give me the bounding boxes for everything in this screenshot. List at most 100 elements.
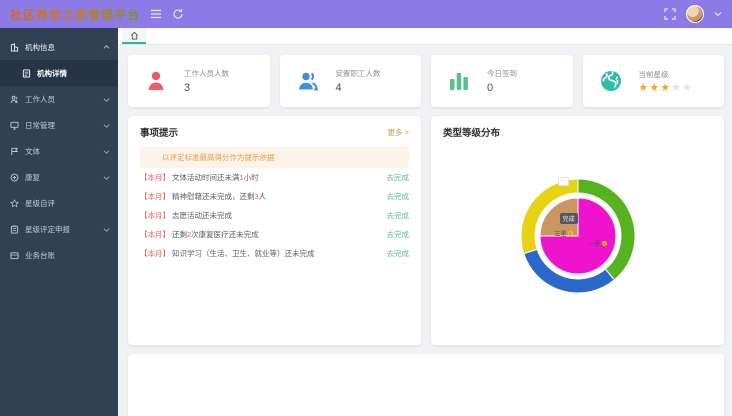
monitor-icon [10, 121, 19, 130]
document-icon [22, 69, 31, 78]
row-text: 次康复医疗还未完成 [191, 229, 259, 240]
flag-icon [10, 147, 19, 156]
reminder-row: 【本月】精神慰藉还未完成，还剩 3 人 去完成 [140, 187, 409, 206]
chart-slice-label: 一星★ [589, 239, 607, 248]
row-text: 志愿活动还未完成 [172, 210, 232, 221]
sidebar: 机构信息 机构详情 工作人员 日常管理 [0, 28, 118, 416]
health-icon [10, 173, 19, 182]
go-complete-link[interactable]: 去完成 [387, 172, 410, 183]
row-text: 文体活动时间还未满 [172, 172, 240, 183]
star-dot-icon: ★ [602, 241, 607, 246]
reminders-panel: 事项提示 更多 > 以评定标准最高得分作为提示依据 【本月】文体活动时间还未满 … [128, 116, 421, 345]
app-title: 社区养老之家管理平台 [10, 6, 140, 23]
chart-tooltip-badge: 完成 [560, 213, 578, 224]
globe-icon [599, 69, 623, 93]
avatar[interactable] [686, 5, 704, 23]
menu-fold-icon[interactable] [150, 8, 162, 20]
sidebar-item-org-detail[interactable]: 机构详情 [0, 60, 118, 86]
card-today-checkin: 今日签到 0 [431, 55, 573, 107]
row-tag: 【本月】 [140, 229, 170, 240]
go-complete-link[interactable]: 去完成 [387, 248, 410, 259]
go-complete-link[interactable]: 去完成 [387, 229, 410, 240]
card-value: 3 [184, 82, 229, 94]
chart-callout-label: -- [558, 177, 569, 186]
reminder-row: 【本月】志愿活动还未完成 去完成 [140, 206, 409, 225]
person-icon [144, 69, 168, 93]
sidebar-item-star-self-eval[interactable]: 星级自评 [0, 190, 118, 216]
card-value: 0 [487, 82, 517, 94]
sidebar-item-label: 业务台账 [25, 250, 55, 261]
row-tag: 【本月】 [140, 248, 170, 259]
sidebar-item-label: 星级评定申报 [25, 224, 70, 235]
sidebar-item-rehab[interactable]: 康复 [0, 164, 118, 190]
chevron-down-icon [103, 226, 110, 233]
stat-cards: 工作人员人数 3 安置职工人数 4 [128, 55, 724, 107]
go-complete-link[interactable]: 去完成 [387, 191, 410, 202]
stars-active: ★★★ [639, 82, 672, 94]
card-current-star-level: 当前星级 ★★★★★ [583, 55, 725, 107]
card-placed-workers: 安置职工人数 4 [280, 55, 422, 107]
chevron-up-icon [103, 44, 110, 51]
row-tag: 【本月】 [140, 172, 170, 183]
home-icon [130, 31, 139, 40]
row-text: 小时 [244, 172, 259, 183]
reminder-row: 【本月】文体活动时间还未满 1 小时 去完成 [140, 168, 409, 187]
panel-title: 事项提示 [140, 125, 178, 139]
tab-bar [118, 28, 732, 45]
chevron-down-icon [103, 148, 110, 155]
card-staff-count: 工作人员人数 3 [128, 55, 270, 107]
clipboard-icon [10, 225, 19, 234]
main-area: 工作人员人数 3 安置职工人数 4 [118, 28, 732, 416]
sidebar-item-label: 康复 [25, 172, 40, 183]
chevron-down-icon [103, 122, 110, 129]
sidebar-item-daily-mgmt[interactable]: 日常管理 [0, 112, 118, 138]
sidebar-item-label: 机构信息 [25, 42, 55, 53]
card-label: 安置职工人数 [336, 68, 381, 79]
stars-inactive: ★★ [671, 82, 693, 94]
sidebar-item-star-rating-apply[interactable]: 星级评定申报 [0, 216, 118, 242]
star-rating: ★★★★★ [639, 83, 693, 94]
row-text: 还剩 [172, 229, 187, 240]
sunburst-chart: -- 完成 三星★ 一星★ [503, 161, 653, 311]
card-label: 今日签到 [487, 68, 517, 79]
top-header: 社区养老之家管理平台 [0, 0, 732, 28]
more-link[interactable]: 更多 > [388, 127, 409, 138]
row-text: 知识学习（生活、卫生、就业等）还未完成 [172, 248, 315, 259]
row-tag: 【本月】 [140, 191, 170, 202]
sidebar-item-org-info[interactable]: 机构信息 [0, 34, 118, 60]
row-text: 精神慰藉还未完成，还剩 [172, 191, 255, 202]
fullscreen-icon[interactable] [664, 8, 676, 20]
notice-banner: 以评定标准最高得分作为提示依据 [140, 147, 409, 168]
type-level-distribution-panel: 类型等级分布 -- 完成 三星★ 一星★ [431, 116, 724, 345]
chart-slice-label: 三星★ [555, 229, 573, 238]
sidebar-item-label: 星级自评 [25, 198, 55, 209]
chevron-down-icon [103, 174, 110, 181]
refresh-icon[interactable] [172, 8, 184, 20]
people-icon [296, 69, 320, 93]
ledger-icon [10, 251, 19, 260]
sidebar-item-label: 日常管理 [25, 120, 55, 131]
chevron-down-icon [103, 96, 110, 103]
tab-home[interactable] [122, 28, 146, 44]
reminder-row: 【本月】还剩 2 次康复医疗还未完成 去完成 [140, 225, 409, 244]
card-label: 工作人员人数 [184, 68, 229, 79]
panel-title: 类型等级分布 [443, 125, 500, 139]
caret-down-icon[interactable] [714, 10, 722, 18]
row-text: 人 [259, 191, 267, 202]
bottom-panel [128, 354, 724, 416]
pie-chart-svg [503, 161, 653, 311]
sidebar-item-business-ledger[interactable]: 业务台账 [0, 242, 118, 268]
reminder-row: 【本月】知识学习（生活、卫生、就业等）还未完成 去完成 [140, 244, 409, 263]
sidebar-subitem-label: 机构详情 [37, 68, 67, 79]
sidebar-item-label: 工作人员 [25, 94, 55, 105]
go-complete-link[interactable]: 去完成 [387, 210, 410, 221]
star-dot-icon: ★ [568, 231, 573, 236]
people-icon [10, 95, 19, 104]
dashboard-content: 工作人员人数 3 安置职工人数 4 [118, 45, 732, 416]
sidebar-item-staff[interactable]: 工作人员 [0, 86, 118, 112]
building-icon [10, 43, 19, 52]
sidebar-item-culture[interactable]: 文体 [0, 138, 118, 164]
card-label: 当前星级 [639, 69, 693, 80]
bar-chart-icon [447, 69, 471, 93]
sidebar-item-label: 文体 [25, 146, 40, 157]
